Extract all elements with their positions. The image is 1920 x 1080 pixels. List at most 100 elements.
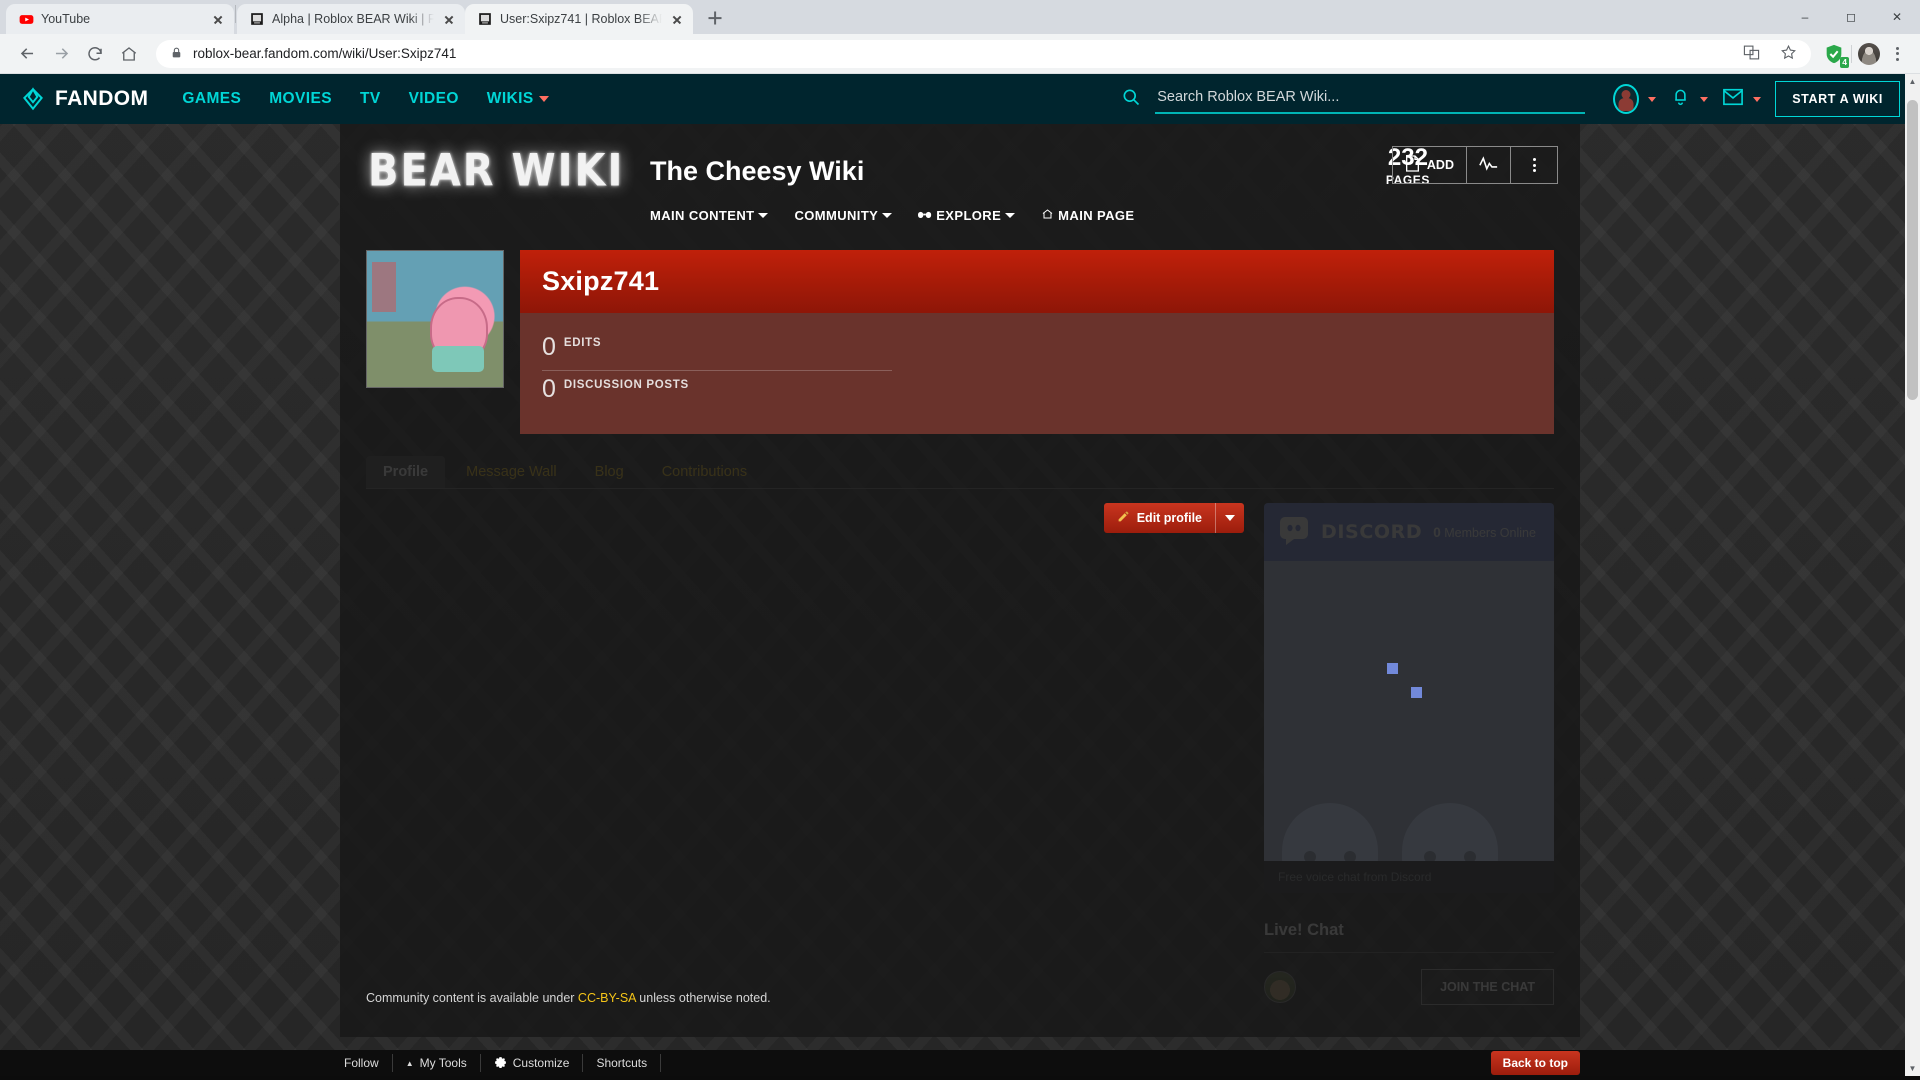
profile-main-content: Edit profile Community content is availa… <box>366 503 1244 1005</box>
fandom-nav-games[interactable]: GAMES <box>182 90 241 108</box>
new-tab-button[interactable] <box>701 4 729 32</box>
user-card-header: Sxipz741 <box>520 250 1554 313</box>
home-icon[interactable] <box>114 39 144 69</box>
fandom-nav-wikis-label: WIKIS <box>486 90 534 107</box>
windows-taskbar: e User:Sxipz741 | Roblox... ✎ ▲ µ ESP 11 <box>0 1076 1920 1080</box>
translate-icon[interactable] <box>1743 44 1760 64</box>
back-arrow-icon[interactable] <box>12 39 42 69</box>
star-icon[interactable] <box>1780 44 1797 64</box>
license-notice: Community content is available under CC-… <box>366 991 771 1005</box>
wiki-nav: MAIN CONTENT COMMUNITY EXPLORE MAIN PAGE <box>650 208 1134 223</box>
page-add-icon <box>1405 155 1420 175</box>
user-card-stats: 0 EDITS 0 DISCUSSION POSTS <box>520 313 1554 434</box>
shield-extension-icon[interactable]: 4 <box>1823 43 1849 68</box>
avatar[interactable] <box>366 250 504 388</box>
follow-button[interactable]: Follow <box>340 1054 393 1072</box>
web-page: FANDOM GAMES MOVIES TV VIDEO WIKIS Searc… <box>0 74 1920 1076</box>
scrollbar-thumb[interactable] <box>1907 100 1918 400</box>
edit-profile-label: Edit profile <box>1136 511 1202 525</box>
add-button[interactable]: ADD <box>1393 147 1467 183</box>
edit-profile-dropdown[interactable] <box>1215 503 1244 533</box>
kebab-menu-icon <box>1523 157 1545 173</box>
browser-tab-0[interactable]: YouTube <box>6 4 234 34</box>
global-search[interactable] <box>1121 84 1586 114</box>
user-name: Sxipz741 <box>542 266 660 296</box>
explore-icon <box>918 208 932 223</box>
tab-divider <box>235 5 236 23</box>
wiki-nav-community-label: COMMUNITY <box>794 208 879 223</box>
kebab-menu-icon[interactable] <box>1886 43 1908 65</box>
url-text: roblox-bear.fandom.com/wiki/User:Sxipz74… <box>193 46 457 61</box>
wiki-footer-toolbar: Follow ▲ My Tools Customize Shortcuts Ba… <box>0 1050 1920 1076</box>
reload-icon[interactable] <box>80 39 110 69</box>
lock-icon <box>170 46 183 62</box>
toolbar-divider <box>1851 44 1852 63</box>
fandom-nav: GAMES MOVIES TV VIDEO WIKIS <box>182 90 549 108</box>
edit-profile-button[interactable]: Edit profile <box>1103 503 1215 533</box>
more-options-button[interactable] <box>1511 147 1557 183</box>
my-tools-button[interactable]: ▲ My Tools <box>393 1054 481 1072</box>
browser-tab-2-active[interactable]: User:Sxipz741 | Roblox BEAR Wik <box>465 4 693 34</box>
start-a-wiki-button[interactable]: START A WIKI <box>1775 81 1900 117</box>
wiki-logo[interactable]: BEAR WIKI <box>368 145 624 197</box>
user-menu[interactable] <box>1613 84 1657 114</box>
wiki-nav-main-content[interactable]: MAIN CONTENT <box>650 208 769 223</box>
discord-loading-square <box>1411 687 1422 698</box>
shortcuts-button[interactable]: Shortcuts <box>583 1054 662 1072</box>
wiki-nav-explore[interactable]: EXPLORE <box>918 208 1016 223</box>
close-icon[interactable] <box>669 11 685 27</box>
wiki-header: BEAR WIKI The Cheesy Wiki MAIN CONTENT C… <box>340 124 1580 236</box>
wiki-nav-main-page[interactable]: MAIN PAGE <box>1041 208 1134 223</box>
fandom-nav-video[interactable]: VIDEO <box>409 90 459 108</box>
notifications-menu[interactable] <box>1670 86 1709 112</box>
maximize-icon[interactable]: ◻ <box>1828 0 1874 34</box>
browser-tab-title: Alpha | Roblox BEAR Wiki | Fando <box>272 12 434 26</box>
user-masthead: Sxipz741 0 EDITS 0 DISCUSSION POSTS <box>340 250 1580 434</box>
wiki-nav-community[interactable]: COMMUNITY <box>794 208 893 223</box>
toolbar-right-actions: 4 <box>1823 42 1908 68</box>
license-link[interactable]: CC-BY-SA <box>578 991 636 1005</box>
fandom-nav-wikis[interactable]: WIKIS <box>487 90 549 108</box>
scroll-down-arrow-icon[interactable]: ▼ <box>1905 1061 1920 1076</box>
browser-tab-1[interactable]: Alpha | Roblox BEAR Wiki | Fando <box>237 4 465 34</box>
user-card: Sxipz741 0 EDITS 0 DISCUSSION POSTS <box>520 250 1554 434</box>
fandom-nav-tv[interactable]: TV <box>360 90 381 108</box>
fandom-nav-movies[interactable]: MOVIES <box>269 90 332 108</box>
license-suffix: unless otherwise noted. <box>635 991 771 1005</box>
wiki-nav-main-page-label: MAIN PAGE <box>1058 208 1135 223</box>
edit-profile-group: Edit profile <box>366 503 1244 533</box>
close-icon[interactable] <box>210 11 226 27</box>
search-icon <box>1121 87 1141 112</box>
fandom-logo[interactable]: FANDOM <box>20 86 148 112</box>
wiki-nav-explore-label: EXPLORE <box>936 208 1002 223</box>
profile-avatar[interactable] <box>1858 42 1880 65</box>
back-to-top-button[interactable]: Back to top <box>1490 1051 1580 1075</box>
scroll-up-arrow-icon[interactable]: ▲ <box>1905 74 1920 89</box>
page-scrollbar[interactable]: ▲ ▼ <box>1905 74 1920 1076</box>
forward-arrow-icon[interactable] <box>46 39 76 69</box>
close-icon[interactable]: ✕ <box>1874 0 1920 34</box>
discord-body <box>1264 561 1554 861</box>
add-button-label: ADD <box>1426 158 1454 172</box>
activity-button[interactable] <box>1467 147 1511 183</box>
activity-pulse-icon <box>1479 156 1498 174</box>
close-icon[interactable] <box>441 11 457 27</box>
customize-button[interactable]: Customize <box>481 1054 584 1072</box>
avatar-background-detail <box>372 261 397 312</box>
pencil-icon <box>1117 510 1130 526</box>
avatar <box>1613 84 1640 114</box>
stat-label: DISCUSSION POSTS <box>563 379 689 391</box>
search-input[interactable] <box>1155 84 1586 114</box>
address-bar[interactable]: roblox-bear.fandom.com/wiki/User:Sxipz74… <box>156 39 1811 68</box>
chevron-down-icon <box>882 213 893 218</box>
minimize-icon[interactable]: – <box>1782 0 1828 34</box>
browser-toolbar: roblox-bear.fandom.com/wiki/User:Sxipz74… <box>0 34 1920 74</box>
stat-value: 0 <box>542 375 556 403</box>
chevron-down-icon <box>1005 213 1016 218</box>
discord-placeholder-avatar <box>1402 803 1498 861</box>
wiki-title[interactable]: The Cheesy Wiki <box>650 156 864 187</box>
discord-placeholder-avatar <box>1282 803 1378 861</box>
browser-tab-title: User:Sxipz741 | Roblox BEAR Wik <box>500 12 662 26</box>
messages-menu[interactable] <box>1722 87 1762 112</box>
bell-icon <box>1670 86 1691 112</box>
